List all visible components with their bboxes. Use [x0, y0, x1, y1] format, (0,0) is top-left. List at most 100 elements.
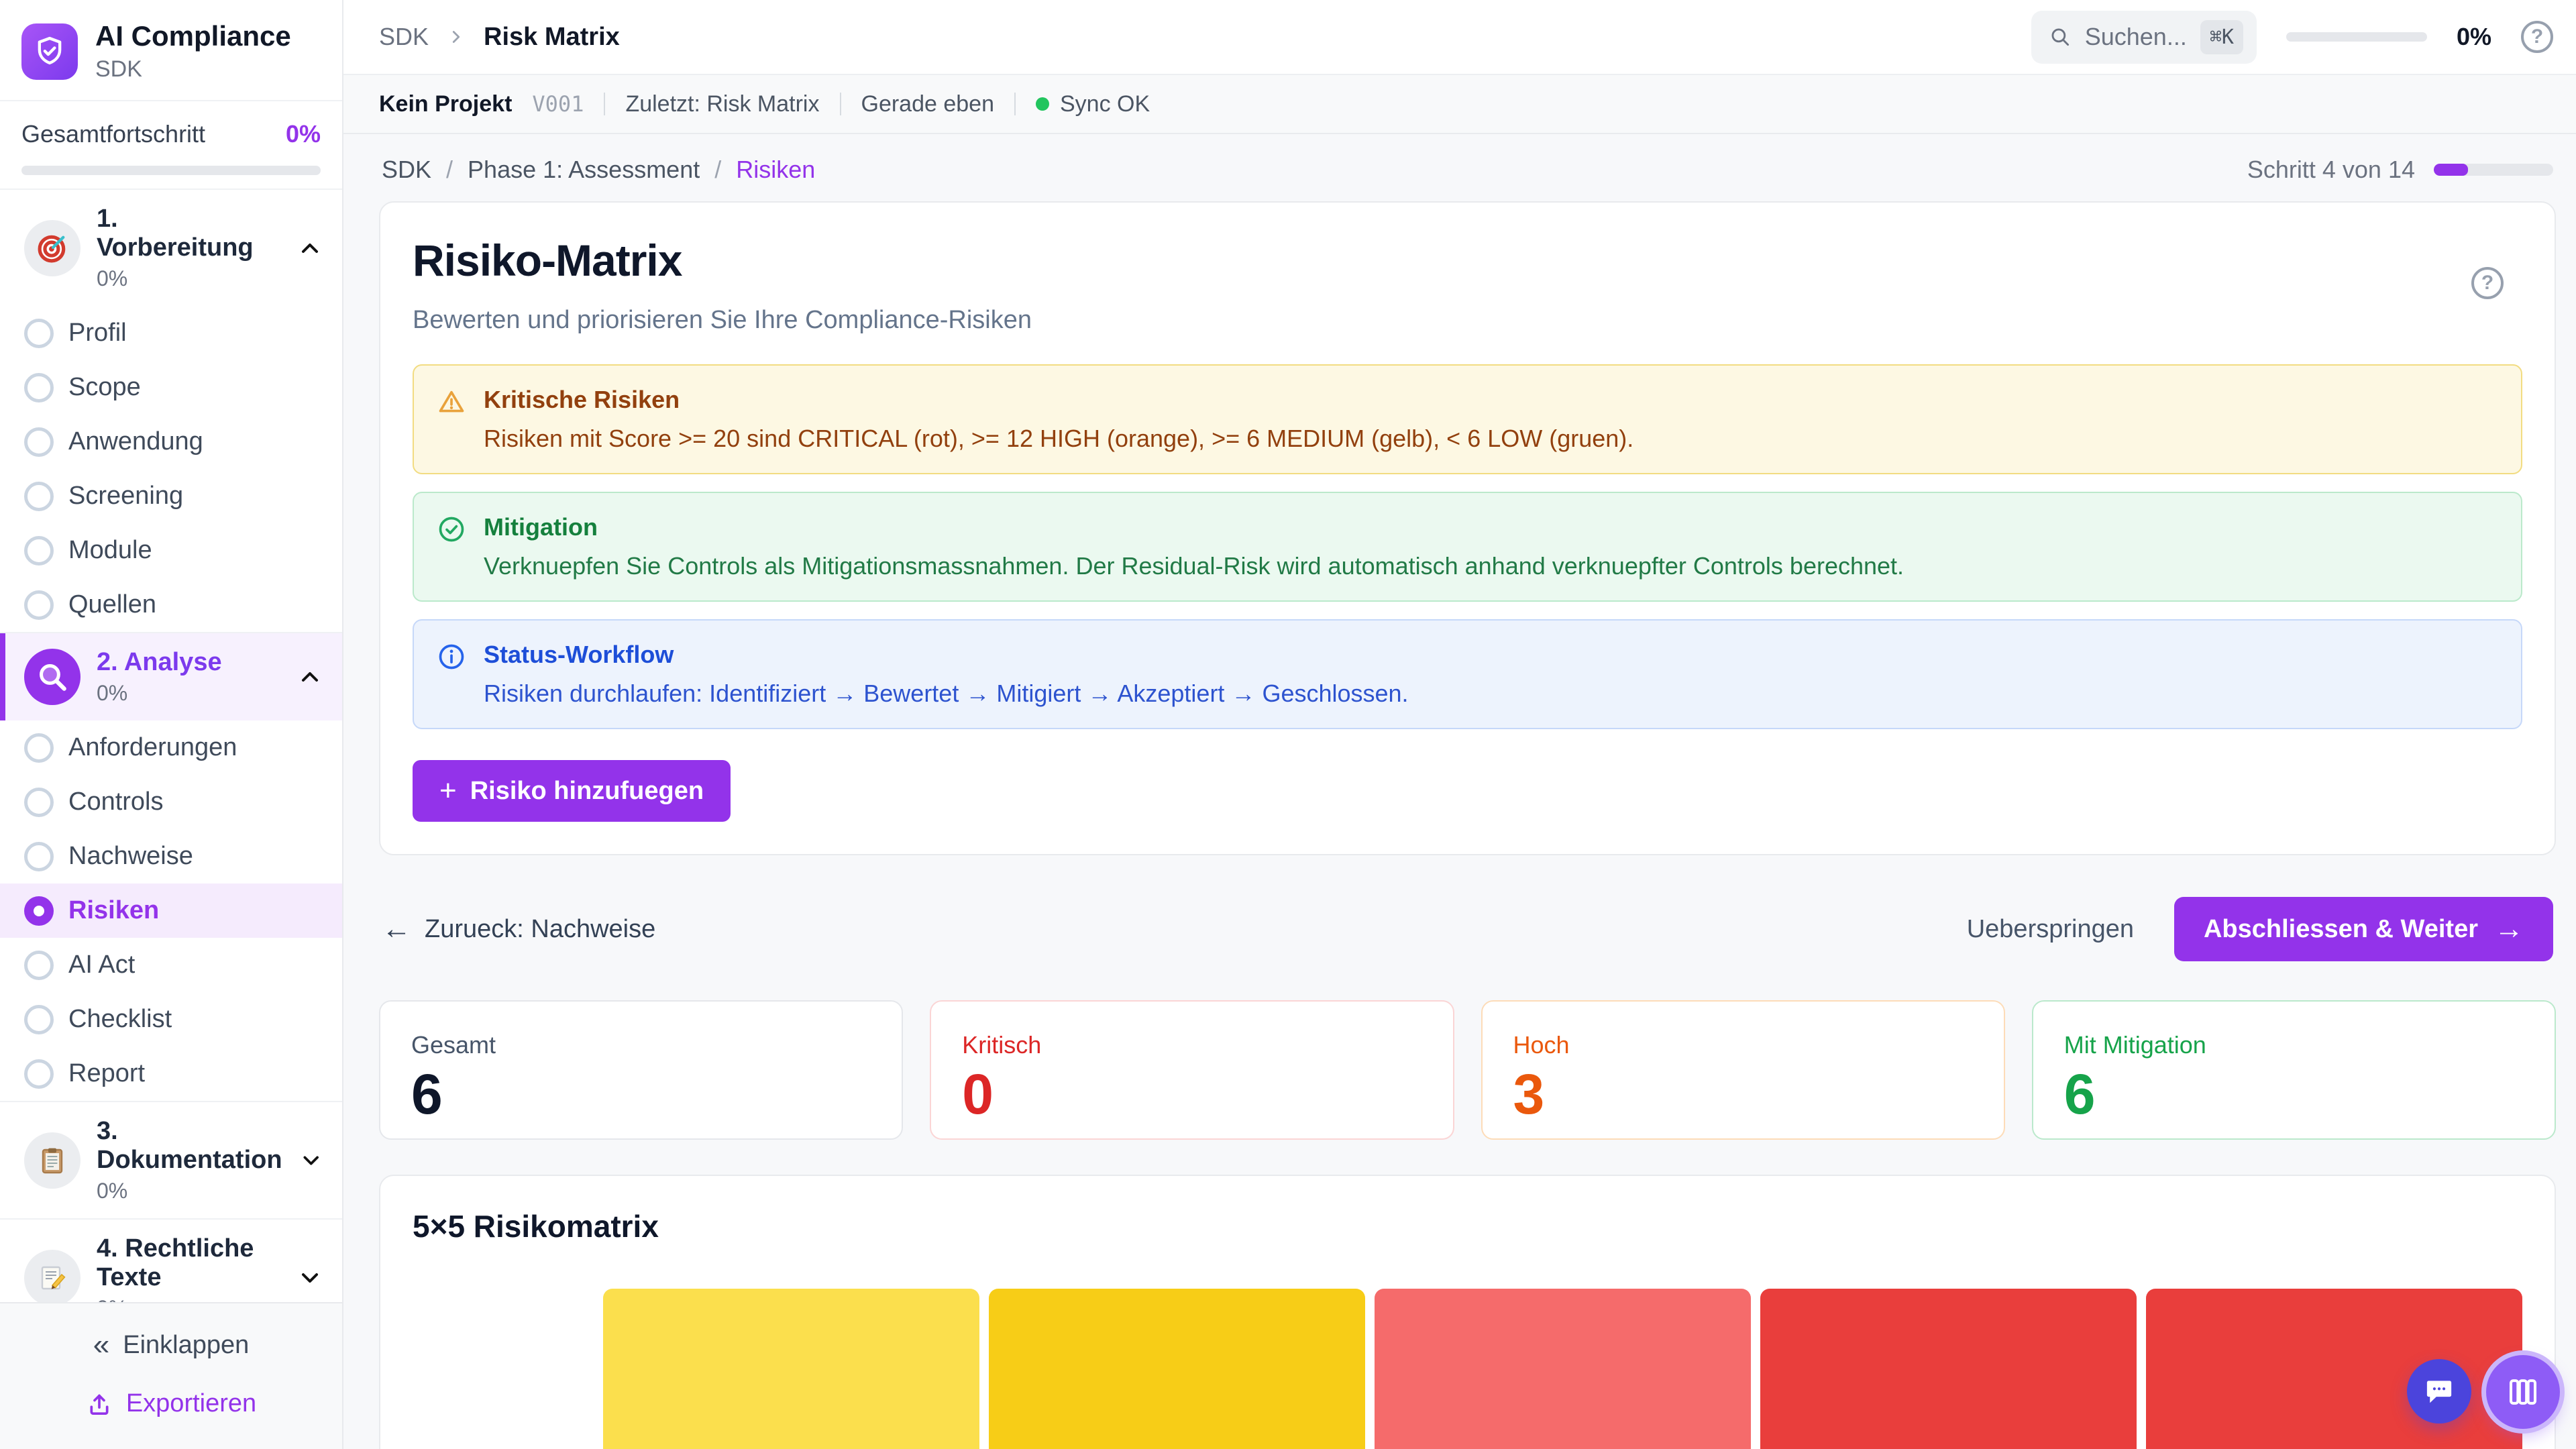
section-title: 4. Rechtliche Texte: [97, 1234, 280, 1292]
radio-icon: [24, 427, 54, 457]
sidebar-item-report[interactable]: Report: [0, 1046, 342, 1101]
sync-status-dot: [1036, 97, 1049, 111]
matrix-row: [413, 1289, 2522, 1449]
stat-label: Gesamt: [411, 1031, 871, 1059]
export-button[interactable]: Exportieren: [86, 1389, 256, 1418]
matrix-cell[interactable]: [1760, 1289, 2137, 1449]
project-name: Kein Projekt: [379, 91, 512, 117]
risk-matrix-card: Risiko-Matrix Bewerten und priorisieren …: [379, 201, 2556, 855]
help-icon[interactable]: ?: [2521, 21, 2553, 53]
sidebar-nav: 1. Vorbereitung 0% Profil Scope Anwendun…: [0, 189, 342, 1302]
radio-icon: [24, 788, 54, 817]
add-risk-button[interactable]: + Risiko hinzufuegen: [413, 760, 731, 822]
header-progress-value: 0%: [2457, 23, 2491, 51]
section-percent: 0%: [97, 266, 280, 291]
warning-triangle-icon: [437, 387, 466, 417]
back-button[interactable]: ← Zurueck: Nachweise: [382, 914, 655, 944]
callout-title: Status-Workflow: [484, 641, 1409, 669]
complete-next-button[interactable]: Abschliessen & Weiter →: [2174, 897, 2553, 961]
sidebar-item-controls[interactable]: Controls: [0, 775, 342, 829]
callout-body: Risiken mit Score >= 20 sind CRITICAL (r…: [484, 425, 1633, 453]
sidebar-item-ai-act[interactable]: AI Act: [0, 938, 342, 992]
page-breadcrumb-row: SDK / Phase 1: Assessment / Risiken Schr…: [379, 150, 2556, 201]
search-input[interactable]: Suchen... ⌘K: [2031, 11, 2257, 64]
sidebar-item-anwendung[interactable]: Anwendung: [0, 415, 342, 469]
keyboard-shortcut-badge: ⌘K: [2200, 20, 2243, 54]
stat-label: Kritisch: [962, 1031, 1421, 1059]
matrix-cell[interactable]: [1375, 1289, 1751, 1449]
sidebar-item-risiken[interactable]: Risiken: [0, 883, 342, 938]
radio-icon: [24, 319, 54, 348]
version-badge: V001: [532, 91, 584, 117]
chevron-up-icon: [297, 235, 323, 262]
callout-critical-risks: Kritische Risiken Risiken mit Score >= 2…: [413, 364, 2522, 474]
sidebar-section-dokumentation[interactable]: 3. Dokumentation 0%: [0, 1101, 342, 1218]
radio-icon: [24, 482, 54, 511]
matrix-cell[interactable]: [989, 1289, 1365, 1449]
board-fab-button[interactable]: [2486, 1355, 2560, 1429]
search-placeholder: Suchen...: [2085, 23, 2187, 51]
sidebar-item-scope[interactable]: Scope: [0, 360, 342, 415]
sidebar-item-profil[interactable]: Profil: [0, 306, 342, 360]
brand: AI Compliance SDK: [0, 0, 342, 100]
stat-value: 6: [411, 1066, 871, 1122]
radio-icon: [24, 951, 54, 980]
top-bar: SDK Risk Matrix Suchen... ⌘K 0% ?: [343, 0, 2576, 75]
clipboard-icon: [24, 1132, 80, 1189]
sync-status-text: Sync OK: [1060, 91, 1150, 117]
collapse-sidebar-button[interactable]: « Einklappen: [93, 1330, 250, 1360]
sidebar-item-checklist[interactable]: Checklist: [0, 992, 342, 1046]
chevron-down-icon: [297, 1265, 323, 1291]
breadcrumb-risiken: Risiken: [736, 156, 815, 184]
sidebar-item-quellen[interactable]: Quellen: [0, 578, 342, 632]
breadcrumb-root[interactable]: SDK: [379, 23, 429, 51]
sidebar-item-anforderungen[interactable]: Anforderungen: [0, 720, 342, 775]
overall-progress-label: Gesamtfortschritt: [21, 120, 205, 148]
card-help-icon[interactable]: ?: [2471, 267, 2504, 299]
double-chevron-left-icon: «: [93, 1330, 109, 1360]
columns-icon: [2505, 1374, 2541, 1410]
section-percent: 0%: [97, 1179, 282, 1203]
chevron-up-icon: [297, 663, 323, 690]
chat-fab-button[interactable]: [2407, 1359, 2471, 1424]
matrix-cell[interactable]: [603, 1289, 979, 1449]
divider: [604, 93, 605, 115]
header-progress-bar: [2286, 32, 2427, 42]
radio-icon: [24, 590, 54, 620]
stat-value: 3: [1513, 1066, 1973, 1122]
callout-body: Risiken durchlaufen: Identifiziert → Bew…: [484, 680, 1409, 708]
section-title: 3. Dokumentation: [97, 1117, 282, 1175]
sidebar-item-nachweise[interactable]: Nachweise: [0, 829, 342, 883]
sidebar-item-module[interactable]: Module: [0, 523, 342, 578]
sidebar-section-vorbereitung[interactable]: 1. Vorbereitung 0%: [0, 189, 342, 306]
breadcrumb-phase[interactable]: Phase 1: Assessment: [468, 156, 700, 184]
radio-icon: [24, 536, 54, 566]
content: SDK / Phase 1: Assessment / Risiken Schr…: [343, 134, 2576, 1449]
risk-matrix-grid-card: 5×5 Risikomatrix: [379, 1175, 2556, 1449]
main-area: SDK Risk Matrix Suchen... ⌘K 0% ? Kein P…: [343, 0, 2576, 1449]
sidebar-section-rechtliche-texte[interactable]: 4. Rechtliche Texte 0%: [0, 1218, 342, 1302]
sidebar-section-analyse[interactable]: 2. Analyse 0%: [0, 632, 342, 720]
radio-icon: [24, 1005, 54, 1034]
callout-title: Kritische Risiken: [484, 386, 1633, 414]
section-title: 1. Vorbereitung: [97, 205, 280, 262]
divider: [1014, 93, 1016, 115]
stat-value: 0: [962, 1066, 1421, 1122]
radio-icon: [24, 373, 54, 402]
breadcrumb-sdk[interactable]: SDK: [382, 156, 431, 184]
check-circle-icon: [437, 515, 466, 544]
matrix-cell[interactable]: [2146, 1289, 2522, 1449]
section-title: 2. Analyse: [97, 648, 280, 677]
plus-icon: +: [439, 776, 457, 806]
matrix-title: 5×5 Risikomatrix: [413, 1208, 2522, 1244]
step-label: Schritt 4 von 14: [2247, 156, 2415, 184]
info-circle-icon: [437, 642, 466, 672]
stat-label: Hoch: [1513, 1031, 1973, 1059]
stat-label: Mit Mitigation: [2064, 1031, 2524, 1059]
skip-button[interactable]: Ueberspringen: [1967, 915, 2134, 944]
radio-icon: [24, 842, 54, 871]
sidebar-item-screening[interactable]: Screening: [0, 469, 342, 523]
page-subtitle: Bewerten und priorisieren Sie Ihre Compl…: [413, 306, 2522, 335]
sidebar-footer: « Einklappen Exportieren: [0, 1302, 342, 1449]
memo-icon: [24, 1250, 80, 1303]
